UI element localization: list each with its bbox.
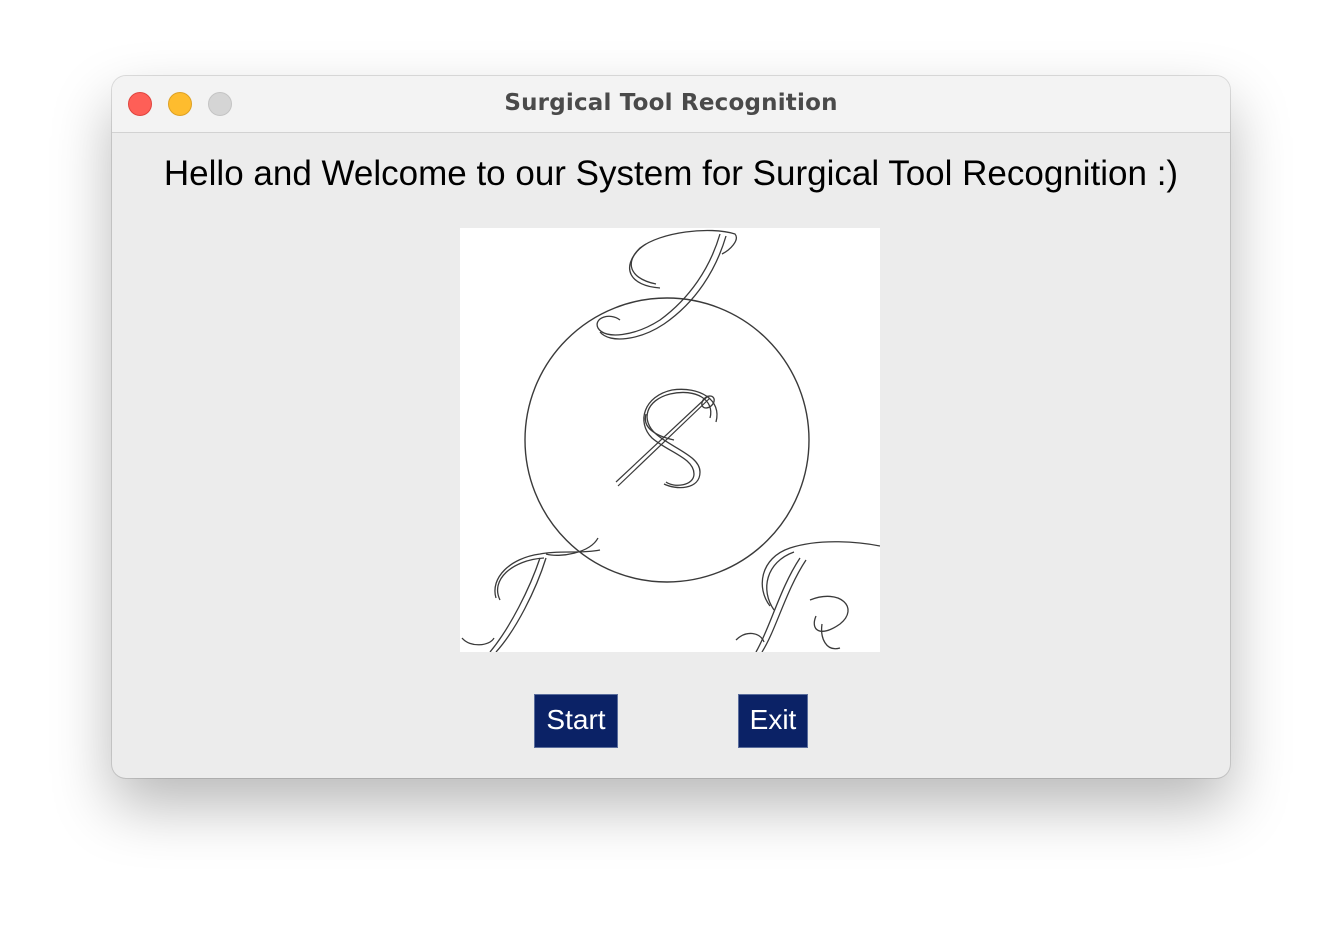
welcome-heading: Hello and Welcome to our System for Surg… [163,154,1179,193]
exit-button[interactable]: Exit [738,694,808,748]
title-bar[interactable]: Surgical Tool Recognition [112,76,1230,133]
str-monogram-logo-icon [461,229,880,652]
str-logo-image [460,228,880,652]
app-window: Surgical Tool Recognition Hello and Welc… [112,76,1230,778]
window-title: Surgical Tool Recognition [504,90,838,116]
start-button[interactable]: Start [534,694,618,748]
